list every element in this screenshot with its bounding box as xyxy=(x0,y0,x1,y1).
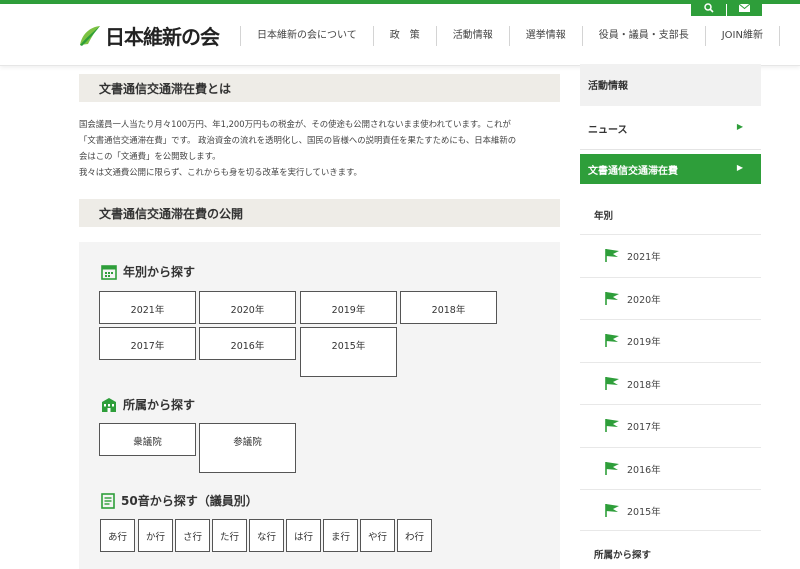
intro-text: 国会議員一人当たり月々100万円、年1,200万円もの税金が、その使途も公開され… xyxy=(79,116,560,180)
flag-icon xyxy=(605,334,619,347)
kana-button-ha[interactable]: は行 xyxy=(286,519,321,552)
sidebar-year-item[interactable]: 2020年 xyxy=(580,277,761,319)
sidebar-item-label: ニュース xyxy=(588,125,628,136)
sidebar-year-item[interactable]: 2016年 xyxy=(580,447,761,489)
site-logo[interactable]: 日本維新の会 xyxy=(78,21,220,50)
sidebar-year-label: 2015年 xyxy=(627,507,661,518)
intro-line: 国会議員一人当たり月々100万円、年1,200万円もの税金が、その使途も公開され… xyxy=(79,119,511,129)
year-button-2016[interactable]: 2016年 xyxy=(199,327,296,360)
sidebar-year-item[interactable]: 2015年 xyxy=(580,489,761,531)
section-title-about: 文書通信交通滞在費とは xyxy=(79,74,560,102)
affiliation-button-sangiin[interactable]: 参議院 xyxy=(199,423,296,473)
sidebar-item-label: 文書通信交通滞在費 xyxy=(588,166,678,177)
flag-icon xyxy=(605,377,619,390)
sidebar-year-heading: 年別 xyxy=(594,211,614,222)
sidebar-item-news[interactable]: ニュース ▶ xyxy=(580,106,761,150)
year-button-2017[interactable]: 2017年 xyxy=(99,327,196,360)
flag-icon xyxy=(605,504,619,517)
nav-members[interactable]: 役員・議員・支部長 xyxy=(581,26,705,46)
nav-policy[interactable]: 政 策 xyxy=(372,26,436,46)
sidebar-item-bunstuhi[interactable]: 文書通信交通滞在費 ▶ xyxy=(580,154,761,184)
triangle-right-icon: ▶ xyxy=(736,163,743,172)
logo-text: 日本維新の会 xyxy=(105,25,220,49)
kana-button-ka[interactable]: か行 xyxy=(138,519,173,552)
search-icon xyxy=(703,3,714,13)
list-icon xyxy=(101,492,115,509)
sidebar-year-label: 2017年 xyxy=(627,422,661,433)
mail-icon xyxy=(739,4,750,12)
kana-button-ma[interactable]: ま行 xyxy=(323,519,358,552)
triangle-right-icon: ▶ xyxy=(736,122,743,131)
intro-line: 「文書通信交通滞在費」です。 政治資金の流れを透明化し、国民の皆様への説明責任を… xyxy=(79,135,517,145)
sidebar-heading-activities: 活動情報 xyxy=(580,64,761,106)
intro-line: 会はこの「文通費」を公開致します。 xyxy=(79,151,221,161)
flag-icon xyxy=(605,462,619,475)
year-button-2018[interactable]: 2018年 xyxy=(400,291,497,324)
contact-button[interactable] xyxy=(727,0,762,16)
flag-icon xyxy=(605,292,619,305)
nav-about[interactable]: 日本維新の会について xyxy=(240,26,373,46)
sidebar-year-item[interactable]: 2017年 xyxy=(580,404,761,446)
search-button[interactable] xyxy=(691,0,726,16)
kana-button-wa[interactable]: わ行 xyxy=(397,519,432,552)
section-title-disclosure: 文書通信交通滞在費の公開 xyxy=(79,199,560,227)
site-header: 日本維新の会 日本維新の会について 政 策 活動情報 選挙情報 役員・議員・支部… xyxy=(0,4,800,66)
sidebar-year-item[interactable]: 2021年 xyxy=(580,234,761,276)
by-kana-title: 50音から探す（議員別） xyxy=(121,494,258,508)
sidebar-year-label: 2016年 xyxy=(627,465,661,476)
calendar-icon xyxy=(101,264,117,280)
kana-button-ta[interactable]: た行 xyxy=(212,519,247,552)
logo-leaf-icon xyxy=(80,25,100,46)
year-button-2015[interactable]: 2015年 xyxy=(300,327,397,377)
sidebar-year-item[interactable]: 2018年 xyxy=(580,362,761,404)
intro-line: 我々は文通費公開に限らず、これからも身を切る改革を実行していきます。 xyxy=(79,167,362,177)
kana-button-sa[interactable]: さ行 xyxy=(175,519,210,552)
sidebar-year-label: 2018年 xyxy=(627,380,661,391)
building-icon xyxy=(102,397,116,412)
by-year-heading: 年別から探す xyxy=(101,263,195,280)
by-kana-heading: 50音から探す（議員別） xyxy=(101,492,258,509)
kana-button-na[interactable]: な行 xyxy=(249,519,284,552)
global-nav: 日本維新の会について 政 策 活動情報 選挙情報 役員・議員・支部長 JOIN維… xyxy=(240,26,780,46)
affiliation-button-shugiin[interactable]: 衆議院 xyxy=(99,423,196,456)
year-button-2019[interactable]: 2019年 xyxy=(300,291,397,324)
kana-button-a[interactable]: あ行 xyxy=(100,519,135,552)
sidebar-year-item[interactable]: 2019年 xyxy=(580,319,761,361)
by-affiliation-heading: 所属から探す xyxy=(101,396,195,413)
kana-button-ya[interactable]: や行 xyxy=(360,519,395,552)
sidebar-year-label: 2019年 xyxy=(627,337,661,348)
sidebar-year-label: 2021年 xyxy=(627,252,661,263)
nav-elections[interactable]: 選挙情報 xyxy=(508,26,582,46)
year-button-2021[interactable]: 2021年 xyxy=(99,291,196,324)
by-year-title: 年別から探す xyxy=(123,265,196,279)
flag-icon xyxy=(605,249,619,262)
nav-activities[interactable]: 活動情報 xyxy=(435,26,509,46)
sidebar-year-label: 2020年 xyxy=(627,295,661,306)
sidebar-affiliation-heading: 所属から探す xyxy=(594,550,652,561)
nav-join[interactable]: JOIN維新 xyxy=(704,26,780,46)
flag-icon xyxy=(605,419,619,432)
year-button-2020[interactable]: 2020年 xyxy=(199,291,296,324)
by-affiliation-title: 所属から探す xyxy=(123,398,196,412)
